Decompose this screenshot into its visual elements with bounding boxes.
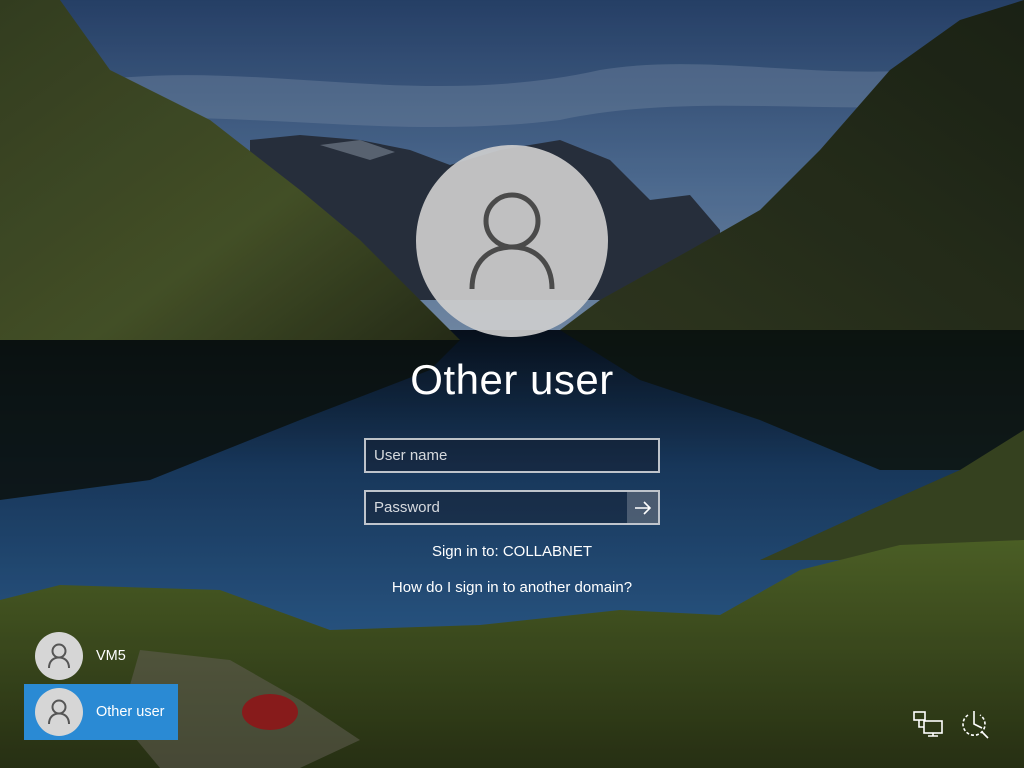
network-button[interactable] (910, 706, 946, 742)
user-tile-label: VM5 (96, 648, 126, 664)
power-icon (962, 711, 989, 739)
password-input[interactable] (366, 492, 628, 523)
user-tile-vm5[interactable]: VM5 (24, 628, 178, 684)
user-icon (48, 643, 70, 669)
user-tile-label: Other user (96, 704, 165, 720)
password-field[interactable] (364, 490, 660, 525)
username-input[interactable] (366, 440, 658, 471)
user-icon (469, 192, 555, 290)
user-icon (48, 699, 70, 725)
another-domain-link[interactable]: How do I sign in to another domain? (312, 579, 712, 596)
username-field[interactable] (364, 438, 660, 473)
network-icon (913, 711, 943, 737)
user-tile-other-user[interactable]: Other user (24, 684, 178, 740)
account-title: Other user (410, 356, 614, 403)
signin-domain-text: Sign in to: COLLABNET (431, 543, 593, 560)
avatar (35, 632, 83, 680)
submit-button[interactable] (627, 492, 658, 523)
avatar (35, 688, 83, 736)
arrow-right-icon (634, 500, 651, 515)
power-button[interactable] (956, 706, 992, 742)
user-avatar-large (416, 145, 608, 337)
